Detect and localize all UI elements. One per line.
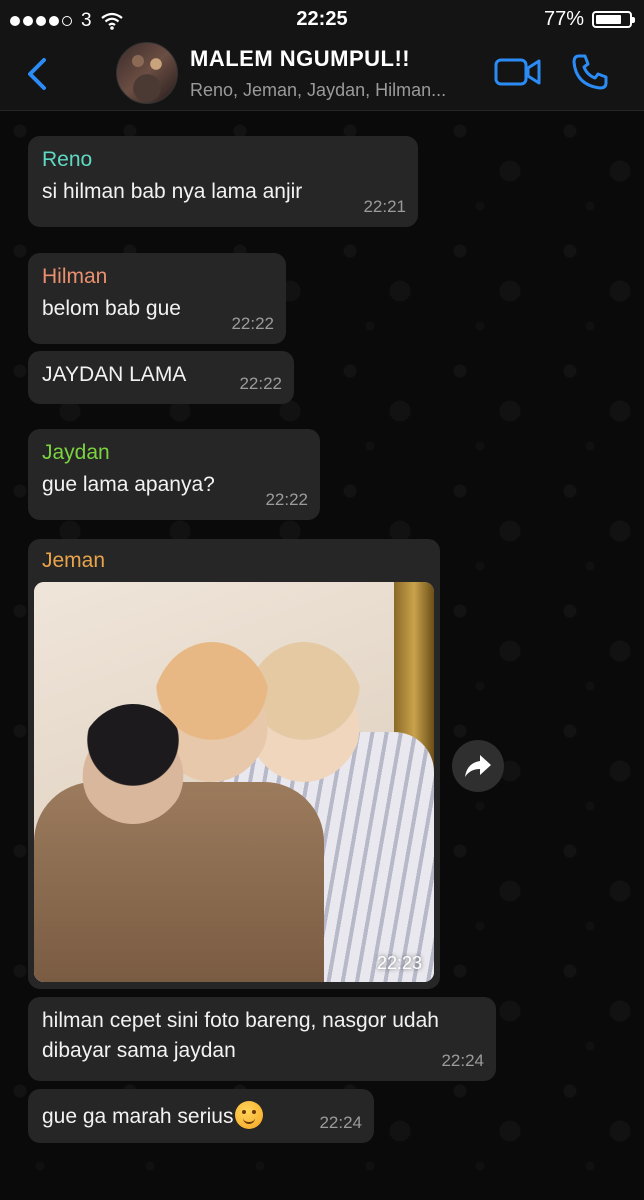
forward-button[interactable] <box>452 740 504 792</box>
message-time: 22:21 <box>363 197 406 216</box>
message-time: 22:23 <box>376 953 422 973</box>
message-text-line-1: hilman cepet sini foto bareng, nasgor ud… <box>42 1009 439 1032</box>
battery-icon <box>592 11 635 28</box>
status-bar: 3 22:25 77% <box>0 0 644 38</box>
shared-photo[interactable]: 22:23 <box>34 582 434 982</box>
battery-percent: 77% <box>543 8 584 30</box>
message-text: gue ga marah serius <box>42 1105 234 1128</box>
voice-call-button[interactable] <box>570 52 610 92</box>
back-button[interactable] <box>22 54 52 94</box>
message-time: 22:24 <box>319 1113 362 1132</box>
message-text-line-2: dibayar sama jaydan <box>42 1039 236 1062</box>
sender-name[interactable]: Reno <box>42 148 404 172</box>
group-avatar[interactable] <box>116 42 178 104</box>
phone-icon <box>572 54 608 90</box>
sender-name[interactable]: Jeman <box>42 549 426 573</box>
video-camera-icon <box>494 58 541 86</box>
message-time: 22:24 <box>441 1051 484 1070</box>
hugging-face-emoji-icon <box>235 1101 264 1129</box>
group-title[interactable]: MALEM NGUMPUL!! <box>190 46 410 72</box>
message-text: JAYDAN LAMA <box>42 363 187 386</box>
chat-header: MALEM NGUMPUL!! Reno, Jeman, Jaydan, Hil… <box>0 38 644 111</box>
group-members[interactable]: Reno, Jeman, Jaydan, Hilman... <box>190 80 446 101</box>
forward-arrow-icon <box>465 755 491 777</box>
video-call-button[interactable] <box>494 56 542 88</box>
message-text: gue lama apanya? <box>42 473 215 496</box>
message-bubble[interactable]: gue ga marah serius 22:24 <box>28 1089 374 1143</box>
message-bubble[interactable]: JAYDAN LAMA 22:22 <box>28 351 294 404</box>
message-bubble[interactable]: hilman cepet sini foto bareng, nasgor ud… <box>28 997 496 1081</box>
message-bubble[interactable]: Reno si hilman bab nya lama anjir 22:21 <box>28 136 418 227</box>
message-time: 22:22 <box>265 490 308 509</box>
message-bubble[interactable]: Hilman belom bab gue 22:22 <box>28 253 286 344</box>
message-time: 22:22 <box>231 314 274 333</box>
message-text: si hilman bab nya lama anjir <box>42 180 303 203</box>
sender-name[interactable]: Hilman <box>42 265 272 289</box>
photo-message-bubble[interactable]: Jeman 22:23 <box>28 539 440 989</box>
message-bubble[interactable]: Jaydan gue lama apanya? 22:22 <box>28 429 320 520</box>
battery-indicator: 77% <box>543 8 635 31</box>
chevron-left-icon <box>28 58 46 90</box>
message-text: belom bab gue <box>42 297 181 320</box>
chat-area[interactable]: Reno si hilman bab nya lama anjir 22:21 … <box>0 111 644 1200</box>
sender-name[interactable]: Jaydan <box>42 441 306 465</box>
message-time: 22:22 <box>239 374 282 393</box>
